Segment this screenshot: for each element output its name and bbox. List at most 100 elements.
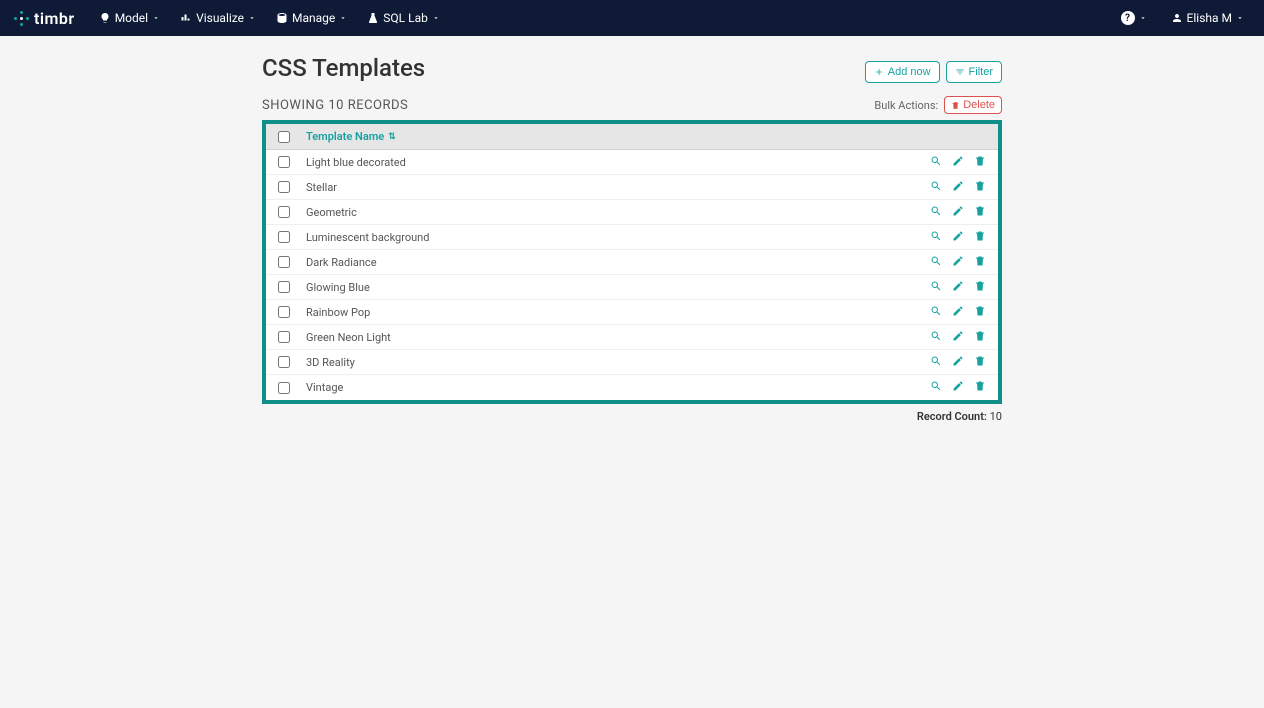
pencil-icon — [952, 180, 964, 192]
edit-button[interactable] — [952, 280, 964, 295]
lightbulb-icon — [99, 12, 111, 24]
table-row: Stellar — [266, 175, 998, 200]
row-checkbox[interactable] — [278, 281, 290, 293]
select-all-checkbox[interactable] — [278, 131, 290, 143]
row-checkbox[interactable] — [278, 181, 290, 193]
row-checkbox-cell — [278, 181, 306, 193]
view-button[interactable] — [930, 305, 942, 320]
trash-icon — [974, 280, 986, 292]
brand-logo[interactable]: timbr — [12, 9, 75, 28]
edit-button[interactable] — [952, 255, 964, 270]
row-checkbox-cell — [278, 206, 306, 218]
delete-button[interactable] — [974, 230, 986, 245]
row-checkbox-cell — [278, 156, 306, 168]
nav-right: ? Elisha M — [1113, 7, 1252, 29]
row-actions — [930, 155, 986, 170]
user-menu[interactable]: Elisha M — [1163, 7, 1252, 29]
chevron-down-icon — [248, 14, 256, 22]
search-icon — [930, 230, 942, 242]
delete-button[interactable] — [974, 205, 986, 220]
delete-button[interactable] — [974, 255, 986, 270]
nav-manage[interactable]: Manage — [268, 7, 355, 29]
search-icon — [930, 330, 942, 342]
edit-button[interactable] — [952, 155, 964, 170]
view-button[interactable] — [930, 280, 942, 295]
delete-button[interactable] — [974, 305, 986, 320]
trash-icon — [951, 101, 960, 110]
view-button[interactable] — [930, 155, 942, 170]
row-actions — [930, 255, 986, 270]
view-button[interactable] — [930, 255, 942, 270]
row-checkbox[interactable] — [278, 382, 290, 394]
row-checkbox[interactable] — [278, 156, 290, 168]
edit-button[interactable] — [952, 330, 964, 345]
row-template-name: 3D Reality — [306, 356, 930, 369]
row-template-name: Luminescent background — [306, 231, 930, 244]
table-row: Dark Radiance — [266, 250, 998, 275]
view-button[interactable] — [930, 380, 942, 395]
pencil-icon — [952, 305, 964, 317]
database-icon — [276, 12, 288, 24]
search-icon — [930, 355, 942, 367]
top-navbar: timbr Model Visualize Manage SQL Lab ? — [0, 0, 1264, 36]
add-now-button[interactable]: Add now — [865, 61, 940, 83]
user-icon — [1171, 12, 1183, 24]
trash-icon — [974, 180, 986, 192]
plus-icon — [874, 67, 884, 77]
delete-button[interactable] — [974, 380, 986, 395]
pencil-icon — [952, 380, 964, 392]
chevron-down-icon — [339, 14, 347, 22]
pencil-icon — [952, 230, 964, 242]
row-actions — [930, 330, 986, 345]
trash-icon — [974, 305, 986, 317]
nav-sqllab[interactable]: SQL Lab — [359, 7, 448, 29]
subheader-row: SHOWING 10 RECORDS Bulk Actions: Delete — [262, 96, 1002, 114]
content-container: CSS Templates Add now Filter SHOWING 10 … — [262, 54, 1002, 423]
edit-button[interactable] — [952, 305, 964, 320]
nav-visualize[interactable]: Visualize — [172, 7, 264, 29]
search-icon — [930, 255, 942, 267]
row-template-name: Geometric — [306, 206, 930, 219]
filter-button[interactable]: Filter — [946, 61, 1002, 83]
row-template-name: Vintage — [306, 381, 930, 394]
view-button[interactable] — [930, 205, 942, 220]
nav-items: Model Visualize Manage SQL Lab — [91, 7, 448, 29]
edit-button[interactable] — [952, 355, 964, 370]
row-checkbox[interactable] — [278, 306, 290, 318]
row-checkbox-cell — [278, 356, 306, 368]
row-actions — [930, 180, 986, 195]
chevron-down-icon — [432, 14, 440, 22]
view-button[interactable] — [930, 180, 942, 195]
row-checkbox[interactable] — [278, 331, 290, 343]
edit-button[interactable] — [952, 205, 964, 220]
row-template-name: Glowing Blue — [306, 281, 930, 294]
view-button[interactable] — [930, 355, 942, 370]
delete-button[interactable] — [974, 330, 986, 345]
delete-button[interactable] — [974, 180, 986, 195]
trash-icon — [974, 230, 986, 242]
nav-visualize-label: Visualize — [196, 11, 244, 25]
column-template-name[interactable]: Template Name ⇅ — [306, 130, 396, 143]
delete-button[interactable] — [974, 355, 986, 370]
title-actions: Add now Filter — [865, 61, 1002, 83]
row-checkbox[interactable] — [278, 356, 290, 368]
edit-button[interactable] — [952, 380, 964, 395]
nav-sqllab-label: SQL Lab — [383, 11, 428, 25]
row-template-name: Rainbow Pop — [306, 306, 930, 319]
row-checkbox[interactable] — [278, 256, 290, 268]
view-button[interactable] — [930, 230, 942, 245]
bulk-delete-button[interactable]: Delete — [944, 96, 1002, 114]
nav-model[interactable]: Model — [91, 7, 168, 29]
help-menu[interactable]: ? — [1113, 7, 1155, 29]
search-icon — [930, 205, 942, 217]
view-button[interactable] — [930, 330, 942, 345]
edit-button[interactable] — [952, 230, 964, 245]
row-checkbox[interactable] — [278, 231, 290, 243]
delete-button[interactable] — [974, 280, 986, 295]
row-checkbox[interactable] — [278, 206, 290, 218]
delete-button[interactable] — [974, 155, 986, 170]
row-actions — [930, 355, 986, 370]
table-row: Rainbow Pop — [266, 300, 998, 325]
edit-button[interactable] — [952, 180, 964, 195]
filter-icon — [955, 67, 965, 77]
